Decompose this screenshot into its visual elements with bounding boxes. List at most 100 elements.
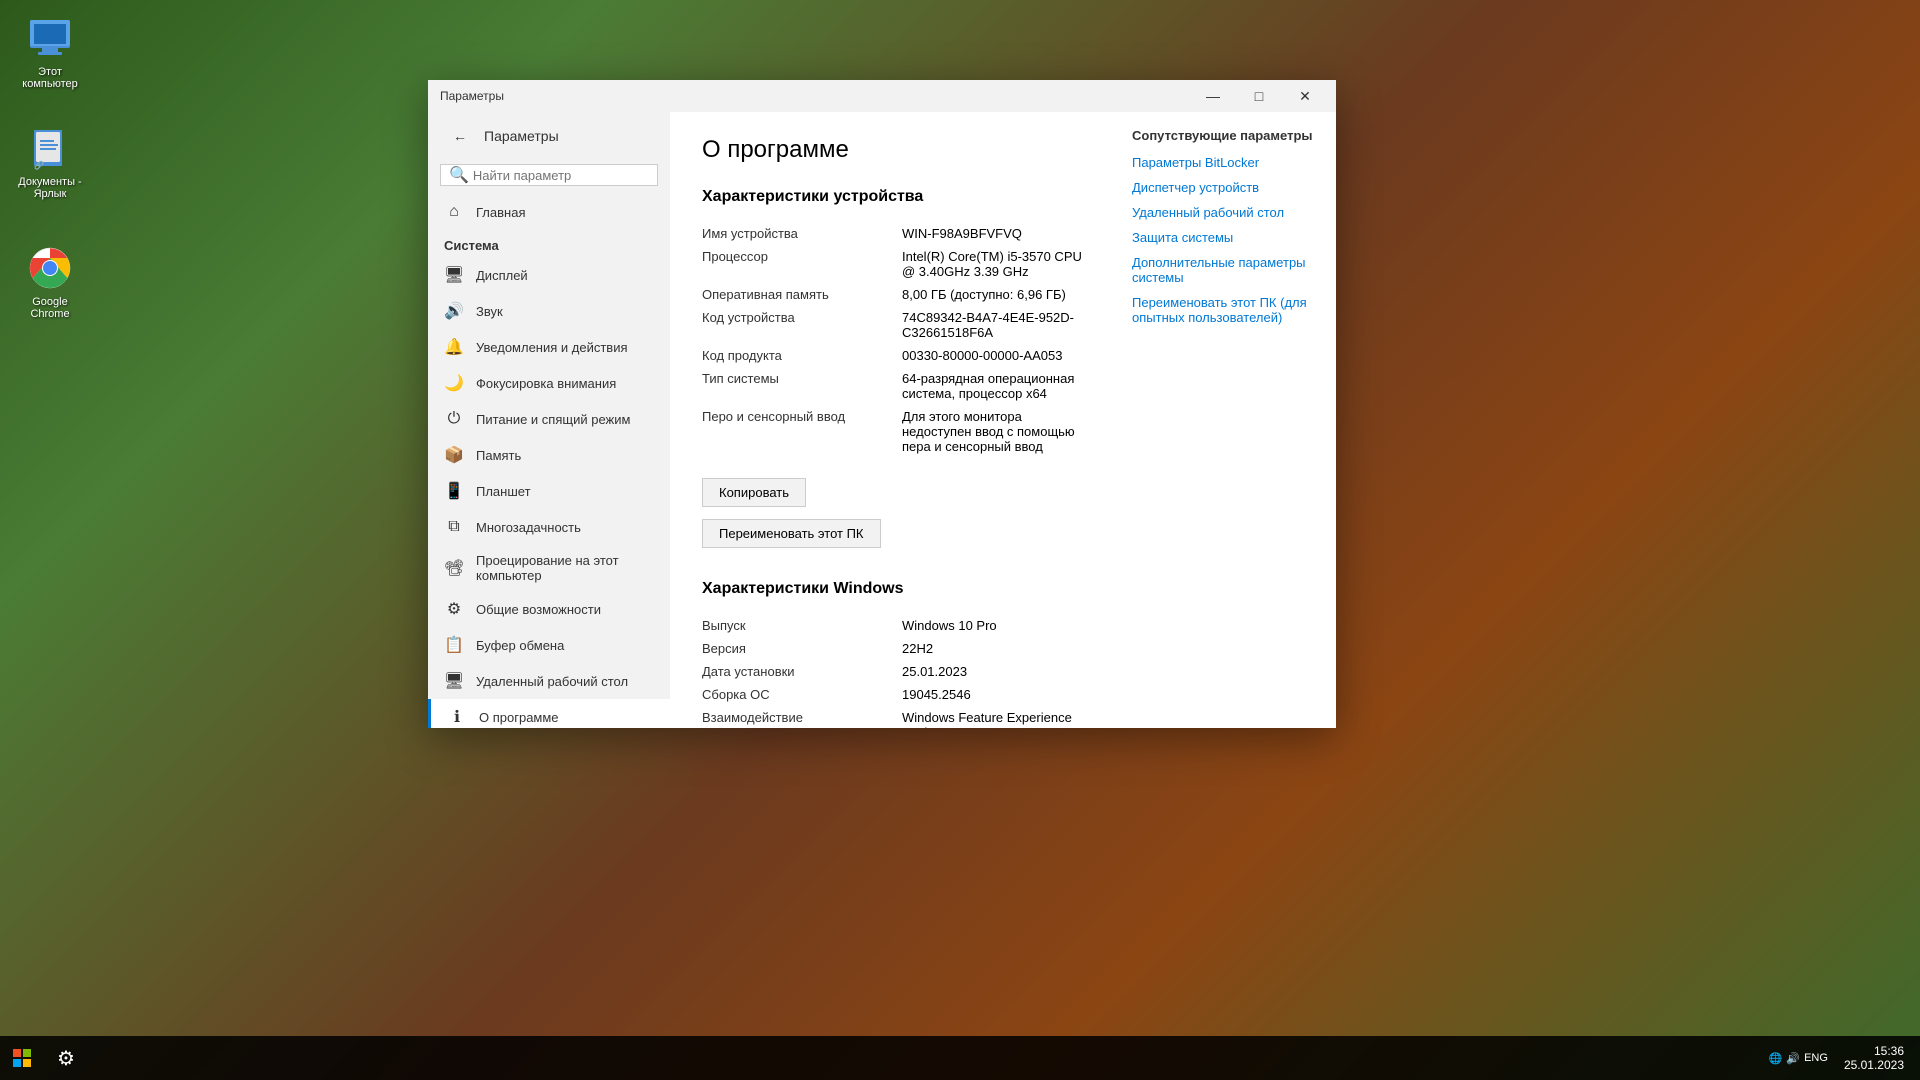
field-value: WIN-F98A9BFVFVQ: [902, 226, 1084, 241]
related-link-remote-desktop[interactable]: Удаленный рабочий стол: [1132, 205, 1320, 220]
clipboard-icon: 📋: [444, 635, 464, 655]
taskbar: ⚙ 🌐 🔊 ENG 15:36 25.01.2023: [0, 1036, 1920, 1080]
related-link-advanced-system[interactable]: Дополнительные параметры системы: [1132, 255, 1320, 285]
title-bar: Параметры — □ ✕: [428, 80, 1336, 112]
taskbar-right: 🌐 🔊 ENG 15:36 25.01.2023: [1769, 1044, 1920, 1072]
minimize-button[interactable]: —: [1190, 80, 1236, 112]
sidebar-item-tablet[interactable]: 📱 Планшет: [428, 473, 670, 509]
table-row: Дата установки 25.01.2023: [702, 660, 1084, 683]
field-value: 74C89342-B4A7-4E4E-952D-C32661518F6A: [902, 310, 1084, 340]
field-label: Тип системы: [702, 371, 902, 401]
sidebar-item-power[interactable]: ⏻ Питание и спящий режим: [428, 401, 670, 437]
sidebar-item-focus[interactable]: 🌙 Фокусировка внимания: [428, 365, 670, 401]
about-icon: ℹ: [447, 707, 467, 727]
section-label: Система: [428, 230, 670, 257]
accessibility-label: Общие возможности: [476, 602, 601, 617]
sound-label: Звук: [476, 304, 503, 319]
page-title: О программе: [702, 136, 1084, 164]
table-row: Тип системы 64-разрядная операционная си…: [702, 367, 1084, 405]
search-box[interactable]: 🔍: [440, 164, 658, 186]
field-value: 8,00 ГБ (доступно: 6,96 ГБ): [902, 287, 1084, 302]
field-label: Код продукта: [702, 348, 902, 363]
related-title: Сопутствующие параметры: [1132, 128, 1320, 143]
desktop-icon-documents[interactable]: 🔗 Документы - Ярлык: [10, 120, 90, 204]
start-button[interactable]: [0, 1036, 44, 1080]
search-input[interactable]: [473, 168, 649, 183]
field-label: Процессор: [702, 249, 902, 279]
field-label: Взаимодействие: [702, 710, 902, 728]
desktop-icon-my-computer[interactable]: Этот компьютер: [10, 10, 90, 94]
sidebar-item-sound[interactable]: 🔊 Звук: [428, 293, 670, 329]
tablet-label: Планшет: [476, 484, 531, 499]
sidebar-item-multitask[interactable]: ⧉ Многозадачность: [428, 509, 670, 545]
table-row: Взаимодействие Windows Feature Experienc…: [702, 706, 1084, 728]
home-icon: ⌂: [444, 202, 464, 222]
notifications-icon: 🔔: [444, 337, 464, 357]
field-value: 25.01.2023: [902, 664, 1084, 679]
sidebar-item-display[interactable]: 🖥 Дисплей: [428, 257, 670, 293]
multitask-label: Многозадачность: [476, 520, 581, 535]
windows-info-table: Выпуск Windows 10 Pro Версия 22H2 Дата у…: [702, 614, 1084, 728]
svg-text:🔗: 🔗: [34, 160, 44, 170]
sidebar-item-memory[interactable]: 📦 Память: [428, 437, 670, 473]
notifications-label: Уведомления и действия: [476, 340, 628, 355]
maximize-button[interactable]: □: [1236, 80, 1282, 112]
device-info-table: Имя устройства WIN-F98A9BFVFVQ Процессор…: [702, 222, 1084, 458]
field-label: Дата установки: [702, 664, 902, 679]
sidebar-item-notifications[interactable]: 🔔 Уведомления и действия: [428, 329, 670, 365]
projecting-icon: 📽: [444, 558, 464, 578]
taskbar-clock[interactable]: 15:36 25.01.2023: [1836, 1044, 1912, 1072]
sidebar-item-home[interactable]: ⌂ Главная: [428, 194, 670, 230]
table-row: Процессор Intel(R) Core(TM) i5-3570 CPU …: [702, 245, 1084, 283]
back-button[interactable]: ←: [444, 120, 476, 152]
desktop-icon-chrome[interactable]: Google Chrome: [10, 240, 90, 324]
about-label: О программе: [479, 710, 559, 725]
tablet-icon: 📱: [444, 481, 464, 501]
clipboard-label: Буфер обмена: [476, 638, 564, 653]
window-title: Параметры: [436, 89, 1190, 103]
field-value: Для этого монитора недоступен ввод с пом…: [902, 409, 1084, 454]
sidebar-header: ← Параметры: [428, 112, 670, 160]
clock-date: 25.01.2023: [1844, 1058, 1904, 1072]
sidebar-item-accessibility[interactable]: ⚙ Общие возможности: [428, 591, 670, 627]
close-button[interactable]: ✕: [1282, 80, 1328, 112]
taskbar-settings-button[interactable]: ⚙: [44, 1036, 88, 1080]
projecting-label: Проецирование на этот компьютер: [476, 553, 654, 583]
focus-icon: 🌙: [444, 373, 464, 393]
related-link-rename-advanced[interactable]: Переименовать этот ПК (для опытных польз…: [1132, 295, 1320, 325]
field-value: 64-разрядная операционная система, проце…: [902, 371, 1084, 401]
table-row: Имя устройства WIN-F98A9BFVFVQ: [702, 222, 1084, 245]
field-label: Перо и сенсорный ввод: [702, 409, 902, 454]
sidebar-item-clipboard[interactable]: 📋 Буфер обмена: [428, 627, 670, 663]
table-row: Сборка ОС 19045.2546: [702, 683, 1084, 706]
related-link-system-protection[interactable]: Защита системы: [1132, 230, 1320, 245]
rename-pc-button[interactable]: Переименовать этот ПК: [702, 519, 881, 548]
sidebar-item-about[interactable]: ℹ О программе: [428, 699, 670, 728]
multitask-icon: ⧉: [444, 517, 464, 537]
display-label: Дисплей: [476, 268, 528, 283]
search-icon: 🔍: [449, 165, 469, 185]
settings-body: ← Параметры 🔍 ⌂ Главная Система 🖥 Диспле…: [428, 112, 1336, 728]
device-section-title: Характеристики устройства: [702, 188, 1084, 206]
field-value: Windows Feature Experience Pack 120.2212…: [902, 710, 1084, 728]
system-tray: 🌐 🔊 ENG: [1769, 1052, 1828, 1065]
settings-window: Параметры — □ ✕ ← Параметры 🔍 ⌂: [428, 80, 1336, 728]
focus-label: Фокусировка внимания: [476, 376, 616, 391]
remote-icon: 🖥: [444, 671, 464, 691]
sidebar-item-remote[interactable]: 🖥 Удаленный рабочий стол: [428, 663, 670, 699]
clock-time: 15:36: [1874, 1044, 1904, 1058]
field-label: Версия: [702, 641, 902, 656]
related-link-device-manager[interactable]: Диспетчер устройств: [1132, 180, 1320, 195]
field-value: 19045.2546: [902, 687, 1084, 702]
copy-device-button[interactable]: Копировать: [702, 478, 806, 507]
chrome-icon: [26, 244, 74, 292]
windows-section-title: Характеристики Windows: [702, 580, 1084, 598]
sound-icon: 🔊: [444, 301, 464, 321]
my-computer-label: Этот компьютер: [14, 66, 86, 90]
related-link-bitlocker[interactable]: Параметры BitLocker: [1132, 155, 1320, 170]
table-row: Выпуск Windows 10 Pro: [702, 614, 1084, 637]
sidebar-item-projecting[interactable]: 📽 Проецирование на этот компьютер: [428, 545, 670, 591]
field-label: Выпуск: [702, 618, 902, 633]
field-value: Windows 10 Pro: [902, 618, 1084, 633]
field-label: Код устройства: [702, 310, 902, 340]
